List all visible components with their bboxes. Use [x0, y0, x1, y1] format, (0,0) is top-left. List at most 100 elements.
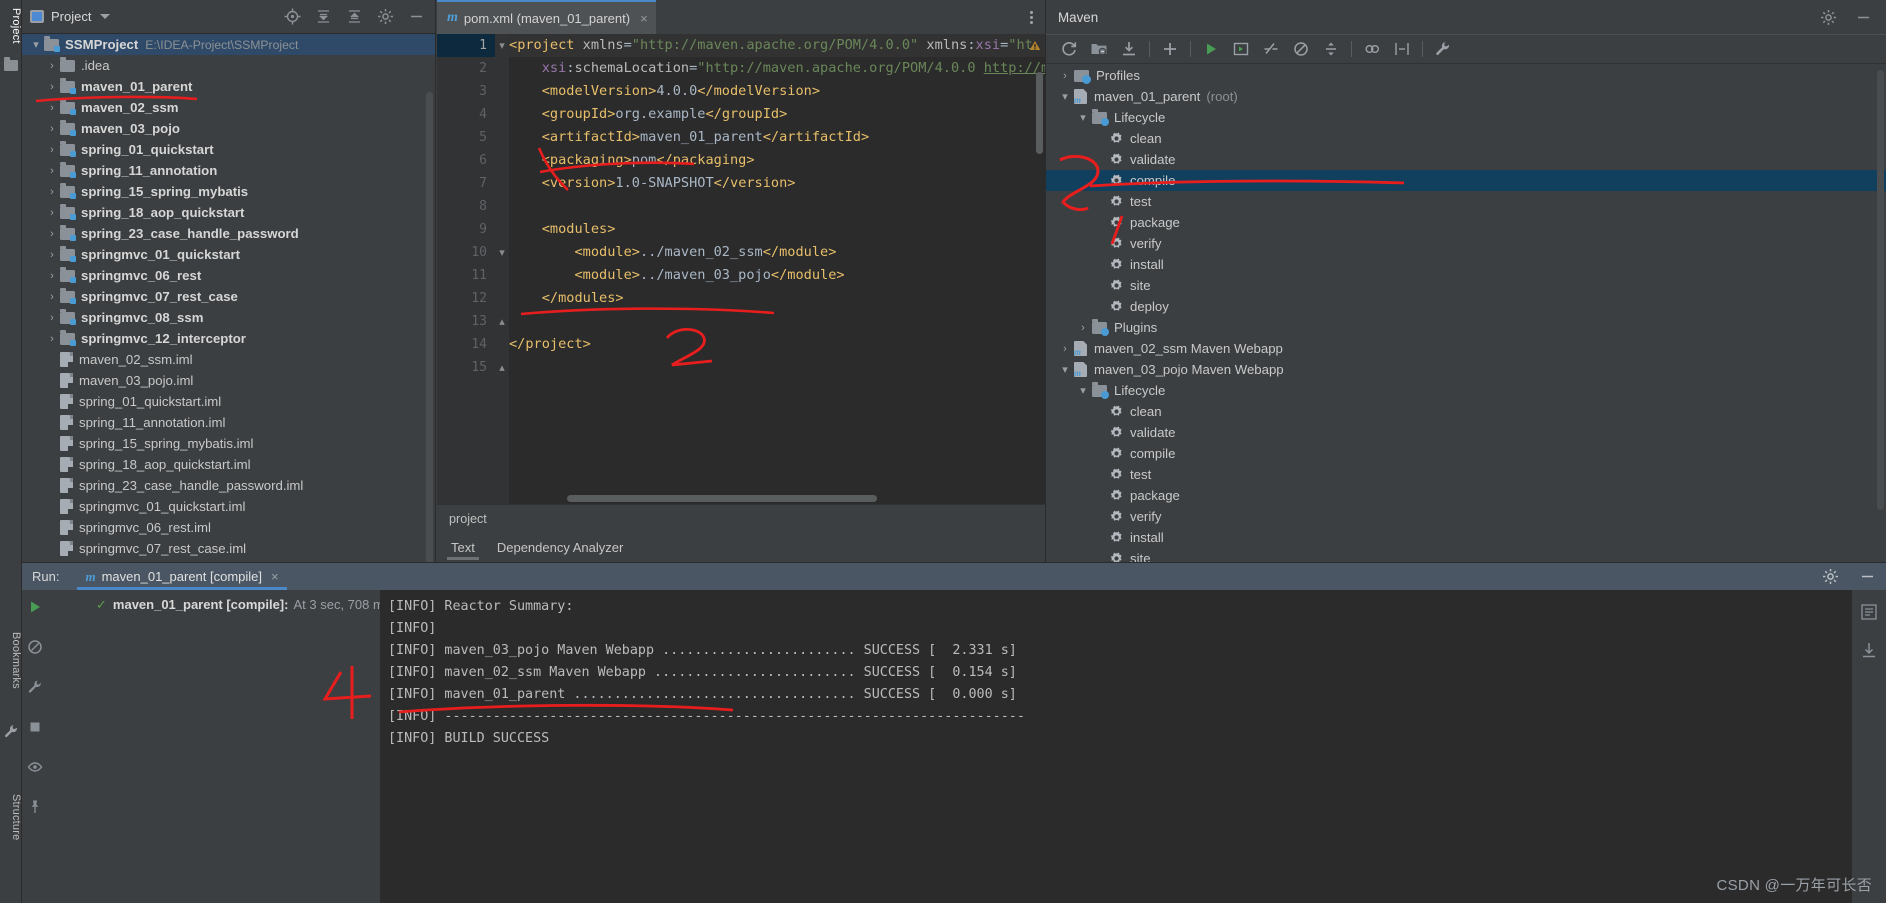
- hide-panel-icon[interactable]: [408, 8, 425, 25]
- tree-row[interactable]: › spring_23_case_handle_password: [22, 223, 435, 244]
- maven-tree-row[interactable]: › m maven_02_ssm Maven Webapp: [1046, 338, 1886, 359]
- chevron-right-icon[interactable]: ›: [44, 123, 60, 135]
- download-sources-icon[interactable]: [1114, 36, 1144, 62]
- maven-tree-row[interactable]: validate: [1046, 422, 1886, 443]
- chevron-right-icon[interactable]: ›: [44, 291, 60, 303]
- tree-row[interactable]: › spring_11_annotation: [22, 160, 435, 181]
- chevron-right-icon[interactable]: ›: [44, 270, 60, 282]
- settings-icon[interactable]: [1820, 9, 1837, 26]
- console-output[interactable]: [INFO] Reactor Summary: [INFO] [INFO] mav…: [380, 590, 1886, 903]
- editor-vertical-scrollbar[interactable]: [1036, 72, 1043, 154]
- run-side-toolbar[interactable]: [22, 590, 48, 903]
- expand-all-icon[interactable]: [346, 8, 363, 25]
- chevron-right-icon[interactable]: ›: [1056, 70, 1074, 82]
- run-tree-node[interactable]: ✓ maven_01_parent [compile]: At 3 sec, 7…: [48, 594, 390, 615]
- chevron-down-icon[interactable]: ▾: [1056, 363, 1074, 376]
- tree-row[interactable]: › maven_02_ssm: [22, 97, 435, 118]
- fold-marker-modules-open[interactable]: ▾: [497, 248, 507, 259]
- run-tab-maven-compile[interactable]: m maven_01_parent [compile] ×: [77, 563, 287, 590]
- tree-row[interactable]: spring_11_annotation.iml: [22, 412, 435, 433]
- tree-row[interactable]: maven_02_ssm.iml: [22, 349, 435, 370]
- sidebar-item-structure[interactable]: Structure: [0, 790, 22, 844]
- fold-marker-project-close[interactable]: ▴: [497, 363, 507, 374]
- code-lines[interactable]: <project xmlns="http://maven.apache.org/…: [509, 34, 1045, 504]
- more-options-icon[interactable]: [1023, 9, 1039, 25]
- maven-tree-row[interactable]: test: [1046, 191, 1886, 212]
- maven-tree-row[interactable]: validate: [1046, 149, 1886, 170]
- code-line[interactable]: <modelVersion>4.0.0</modelVersion>: [509, 80, 1045, 103]
- maven-settings-icon[interactable]: [1428, 36, 1458, 62]
- chevron-right-icon[interactable]: ›: [44, 249, 60, 261]
- maven-tree-row[interactable]: › Plugins: [1046, 317, 1886, 338]
- tree-row[interactable]: spring_18_aop_quickstart.iml: [22, 454, 435, 475]
- maven-tree-row[interactable]: ▾ Lifecycle: [1046, 380, 1886, 401]
- tree-row-root[interactable]: ▾ SSMProject E:\IDEA-Project\SSMProject: [22, 34, 435, 55]
- maven-tree-row[interactable]: ▾ m maven_01_parent (root): [1046, 86, 1886, 107]
- pin-icon[interactable]: [27, 799, 43, 820]
- maven-tree-row[interactable]: compile: [1046, 443, 1886, 464]
- project-tree-scrollbar[interactable]: [426, 92, 433, 562]
- code-line[interactable]: <artifactId>maven_01_parent</artifactId>: [509, 126, 1045, 149]
- run-icon[interactable]: [1196, 36, 1226, 62]
- soft-wrap-icon[interactable]: [1859, 640, 1879, 660]
- show-dependencies-icon[interactable]: [1357, 36, 1387, 62]
- tab-dependency-analyzer[interactable]: Dependency Analyzer: [497, 532, 623, 562]
- maven-tree-row[interactable]: clean: [1046, 401, 1886, 422]
- editor-tab-pom-xml[interactable]: m pom.xml (maven_01_parent) ×: [437, 0, 656, 34]
- settings-icon[interactable]: [377, 8, 394, 25]
- tree-row[interactable]: maven_03_pojo.iml: [22, 370, 435, 391]
- settings-icon[interactable]: [1822, 568, 1839, 585]
- maven-tree-row[interactable]: site: [1046, 275, 1886, 296]
- chevron-right-icon[interactable]: ›: [44, 60, 60, 72]
- maven-tree-scrollbar[interactable]: [1877, 70, 1884, 510]
- tree-row[interactable]: › springmvc_08_ssm: [22, 307, 435, 328]
- tree-row[interactable]: › springmvc_07_rest_case: [22, 286, 435, 307]
- plus-icon[interactable]: [1155, 36, 1185, 62]
- collapse-all-icon[interactable]: [315, 8, 332, 25]
- maven-tree-row-selected[interactable]: compile: [1046, 170, 1886, 191]
- project-tree[interactable]: ▾ SSMProject E:\IDEA-Project\SSMProject …: [22, 34, 435, 562]
- collapse-all-icon[interactable]: [1316, 36, 1346, 62]
- code-line[interactable]: <project xmlns="http://maven.apache.org/…: [509, 34, 1045, 57]
- maven-tree-row[interactable]: clean: [1046, 128, 1886, 149]
- maven-tree-row[interactable]: verify: [1046, 233, 1886, 254]
- chevron-right-icon[interactable]: ›: [1074, 322, 1092, 334]
- chevron-right-icon[interactable]: ›: [44, 333, 60, 345]
- tree-row[interactable]: › springmvc_06_rest: [22, 265, 435, 286]
- fold-marker-modules-close[interactable]: ▴: [497, 317, 507, 328]
- tree-row[interactable]: › .idea: [22, 55, 435, 76]
- stop-icon[interactable]: [27, 719, 43, 740]
- maven-tree-row[interactable]: ▾ Lifecycle: [1046, 107, 1886, 128]
- code-line[interactable]: <module>../maven_03_pojo</module>: [509, 264, 1045, 287]
- execute-maven-goal-icon[interactable]: [1226, 36, 1256, 62]
- close-icon[interactable]: ×: [640, 11, 648, 26]
- maven-tree-row[interactable]: › Profiles: [1046, 65, 1886, 86]
- fold-marker-project[interactable]: ▾: [497, 41, 507, 52]
- maven-tree-row[interactable]: deploy: [1046, 296, 1886, 317]
- tree-row[interactable]: › spring_01_quickstart: [22, 139, 435, 160]
- reload-all-projects-icon[interactable]: [1054, 36, 1084, 62]
- chevron-down-icon[interactable]: ▾: [28, 38, 44, 51]
- tree-row[interactable]: springmvc_07_rest_case.iml: [22, 538, 435, 559]
- maven-tree[interactable]: › Profiles ▾ m maven_01_parent (root) ▾ Lifecyc…: [1046, 65, 1886, 562]
- maven-tree-row[interactable]: package: [1046, 485, 1886, 506]
- tree-row[interactable]: spring_15_spring_mybatis.iml: [22, 433, 435, 454]
- chevron-down-icon[interactable]: [100, 14, 111, 19]
- maven-tree-row[interactable]: package: [1046, 212, 1886, 233]
- maven-tree-row[interactable]: install: [1046, 527, 1886, 548]
- tree-row[interactable]: › springmvc_01_quickstart: [22, 244, 435, 265]
- toggle-skip-tests-icon[interactable]: [1256, 36, 1286, 62]
- code-line[interactable]: <modules>: [509, 218, 1045, 241]
- wrench-icon[interactable]: [27, 679, 43, 700]
- expand-icon[interactable]: [1387, 36, 1417, 62]
- stop-gradle-icon[interactable]: [27, 639, 43, 660]
- chevron-down-icon[interactable]: ▾: [1074, 111, 1092, 124]
- code-line[interactable]: [509, 310, 1045, 333]
- code-line[interactable]: </project>: [509, 333, 1045, 356]
- maven-tree-row[interactable]: test: [1046, 464, 1886, 485]
- add-maven-project-icon[interactable]: [1084, 36, 1114, 62]
- code-line[interactable]: <groupId>org.example</groupId>: [509, 103, 1045, 126]
- tree-row[interactable]: spring_01_quickstart.iml: [22, 391, 435, 412]
- locate-icon[interactable]: [284, 8, 301, 25]
- chevron-right-icon[interactable]: ›: [44, 186, 60, 198]
